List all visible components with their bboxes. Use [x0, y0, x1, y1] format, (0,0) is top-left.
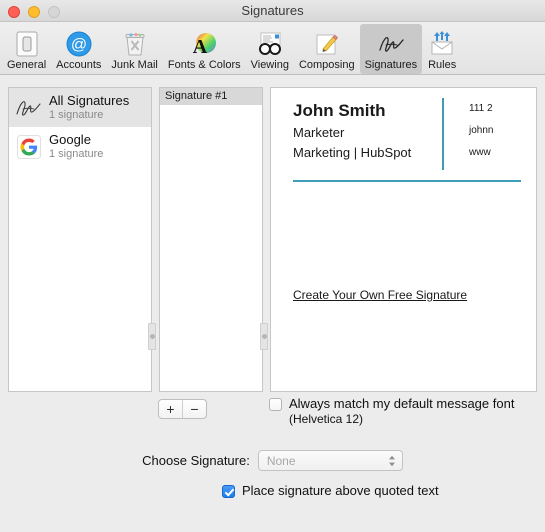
toolbar-item-fonts-colors[interactable]: A Fonts & Colors	[163, 24, 246, 74]
place-signature-checkbox[interactable]	[222, 485, 235, 498]
chevron-updown-icon	[388, 455, 396, 467]
splitter-dot-icon	[261, 334, 267, 339]
preferences-content: All Signatures 1 signature Google 1 sign…	[0, 75, 545, 532]
toolbar-label-viewing: Viewing	[250, 59, 289, 71]
toolbar-label-signatures: Signatures	[364, 59, 418, 71]
preview-contact-email: johnn	[469, 125, 494, 136]
toolbar-item-signatures[interactable]: Signatures	[359, 24, 423, 74]
place-signature-group[interactable]: Place signature above quoted text	[222, 483, 439, 498]
create-own-signature-link[interactable]: Create Your Own Free Signature	[293, 288, 467, 302]
toolbar-item-junk-mail[interactable]: Junk Mail	[106, 24, 162, 74]
toolbar-item-accounts[interactable]: @ Accounts	[51, 24, 106, 74]
svg-text:@: @	[71, 37, 87, 54]
title-bar: Signatures	[0, 0, 545, 22]
account-count-all-signatures: 1 signature	[49, 108, 104, 121]
signatures-preferences-window: Signatures General @ Accounts Junk Mail …	[0, 0, 545, 532]
toolbar-label-fonts-colors: Fonts & Colors	[167, 59, 241, 71]
choose-signature-row: Choose Signature: None	[0, 450, 545, 471]
toolbar-label-accounts: Accounts	[56, 59, 102, 71]
svg-text:A: A	[193, 36, 208, 57]
splitter-handle-left[interactable]	[148, 323, 156, 350]
toolbar-label-junk-mail: Junk Mail	[111, 59, 158, 71]
accounts-icon: @	[64, 30, 94, 58]
toolbar-item-composing[interactable]: Composing	[294, 24, 360, 74]
accounts-list-panel: All Signatures 1 signature Google 1 sign…	[8, 87, 152, 392]
splitter-handle-right[interactable]	[260, 323, 268, 350]
rules-icon	[427, 30, 457, 58]
junk-mail-icon	[120, 30, 150, 58]
signature-preview-content: John Smith Marketer Marketing | HubSpot …	[271, 88, 536, 391]
toolbar-item-viewing[interactable]: Viewing	[246, 24, 294, 74]
choose-signature-dropdown[interactable]: None	[257, 450, 403, 471]
choose-signature-label: Choose Signature:	[142, 453, 250, 468]
match-default-font-checkbox[interactable]	[269, 398, 282, 411]
account-text-all-signatures: All Signatures 1 signature	[49, 94, 129, 122]
minimize-button[interactable]	[28, 6, 40, 18]
account-count-google: 1 signature	[49, 147, 104, 160]
toolbar-item-general[interactable]: General	[2, 24, 51, 74]
account-text-google: Google 1 signature	[49, 133, 103, 161]
signatures-icon	[376, 30, 406, 58]
account-row-all-signatures[interactable]: All Signatures 1 signature	[9, 88, 151, 127]
add-remove-signature-controls: + −	[158, 399, 207, 419]
preview-contact-phone: 111 2	[469, 103, 493, 114]
window-title: Signatures	[241, 3, 304, 18]
preview-vertical-divider	[442, 98, 444, 170]
toolbar-item-rules[interactable]: Rules	[422, 24, 462, 74]
account-name-all-signatures: All Signatures	[49, 93, 130, 108]
signature-scribble-icon	[15, 94, 43, 122]
toolbar-label-rules: Rules	[428, 59, 457, 71]
account-name-google: Google	[49, 132, 91, 147]
place-signature-label: Place signature above quoted text	[242, 483, 439, 498]
signature-list-item[interactable]: Signature #1	[160, 88, 262, 105]
preview-horizontal-divider	[293, 180, 521, 182]
traffic-light-controls	[8, 6, 60, 18]
close-button[interactable]	[8, 6, 20, 18]
google-logo-icon	[15, 133, 43, 161]
signature-list-panel: Signature #1	[159, 87, 263, 392]
remove-signature-button[interactable]: −	[183, 400, 206, 418]
toolbar-label-general: General	[7, 59, 47, 71]
preview-contact-website: www	[469, 147, 491, 158]
viewing-icon	[255, 30, 285, 58]
match-default-font-sublabel: (Helvetica 12)	[289, 412, 364, 426]
choose-signature-value: None	[266, 453, 296, 468]
preview-contact-column: 111 2 johnn www	[469, 98, 536, 164]
preferences-toolbar: General @ Accounts Junk Mail A Fonts & C…	[0, 22, 545, 75]
splitter-dot-icon	[149, 334, 155, 339]
zoom-button[interactable]	[48, 6, 60, 18]
match-default-font-group[interactable]: Always match my default message font (He…	[269, 396, 514, 426]
general-icon	[12, 30, 42, 58]
add-signature-button[interactable]: +	[159, 400, 182, 418]
match-default-font-labels: Always match my default message font (He…	[289, 396, 514, 426]
composing-icon	[312, 30, 342, 58]
fonts-colors-icon: A	[189, 30, 219, 58]
toolbar-label-composing: Composing	[298, 59, 355, 71]
signature-preview-panel[interactable]: John Smith Marketer Marketing | HubSpot …	[270, 87, 537, 392]
account-row-google[interactable]: Google 1 signature	[9, 127, 151, 166]
match-default-font-label: Always match my default message font	[289, 396, 515, 411]
